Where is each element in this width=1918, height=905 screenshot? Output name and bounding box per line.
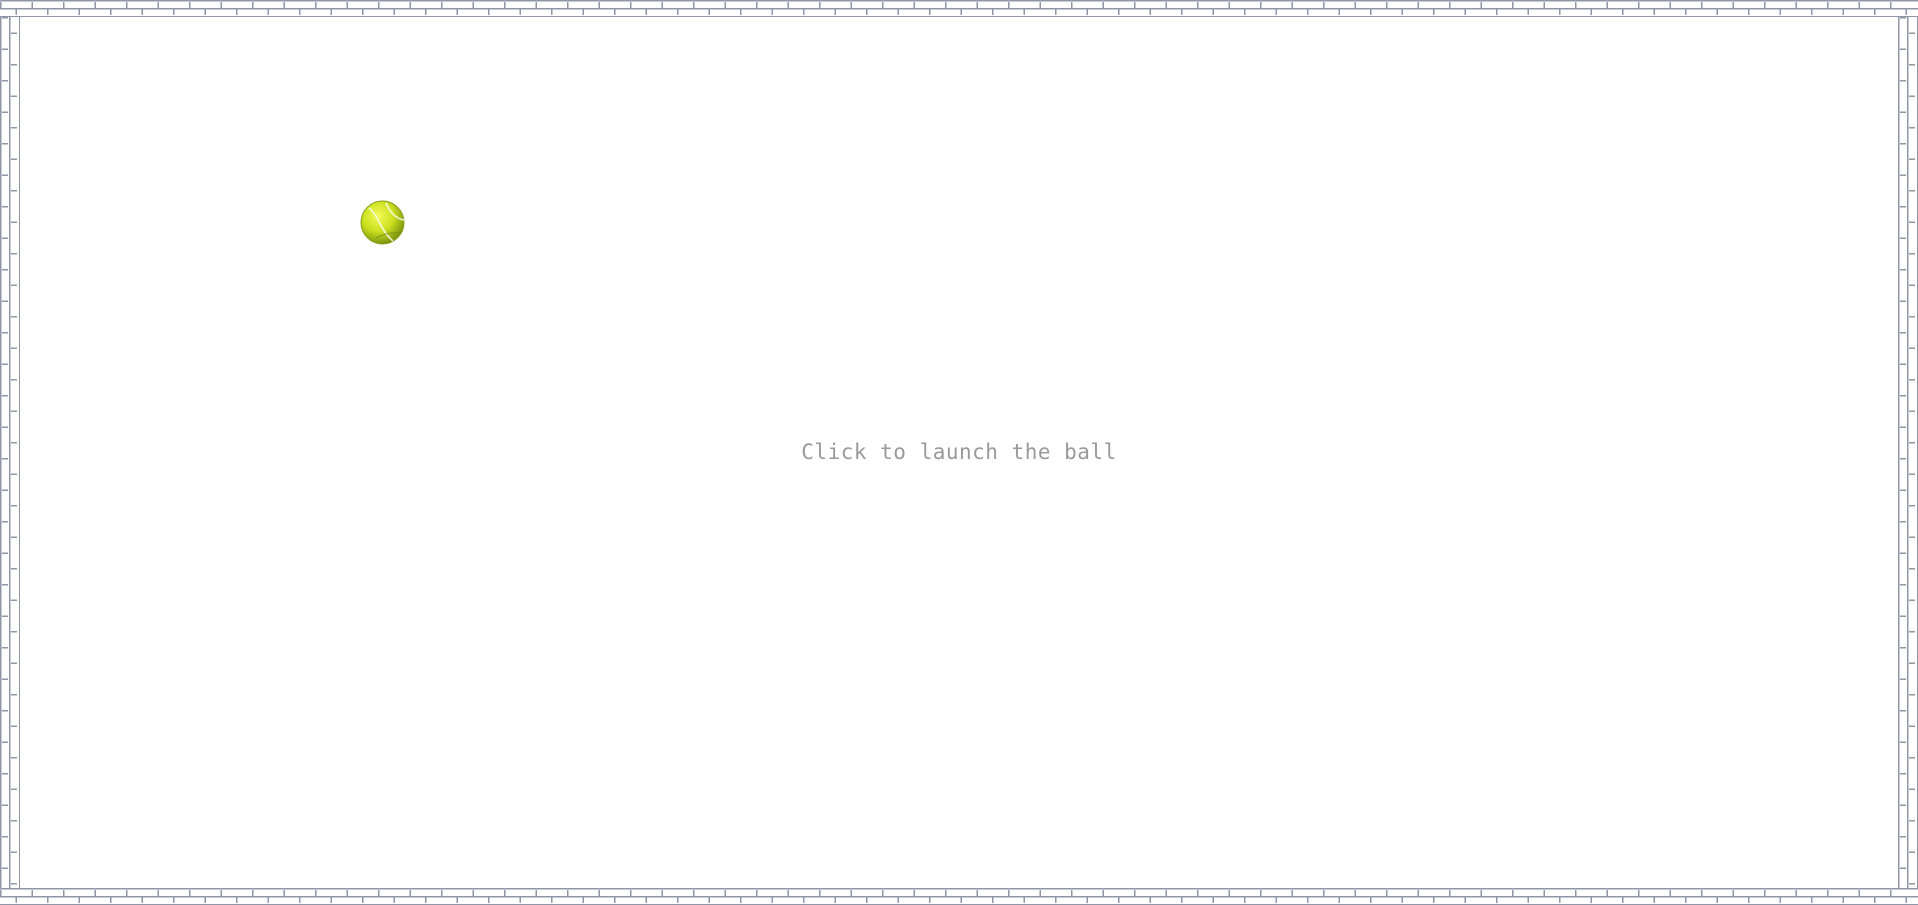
brick-wall-right <box>1898 17 1918 888</box>
game-stage: Click to launch the ball <box>0 0 1918 905</box>
tennis-ball-icon[interactable] <box>360 200 405 245</box>
playfield[interactable] <box>20 17 1898 888</box>
brick-wall-bottom <box>0 888 1918 905</box>
brick-wall-top <box>0 0 1918 17</box>
brick-wall-left <box>0 17 20 888</box>
tennis-ball-graphic <box>360 200 405 245</box>
